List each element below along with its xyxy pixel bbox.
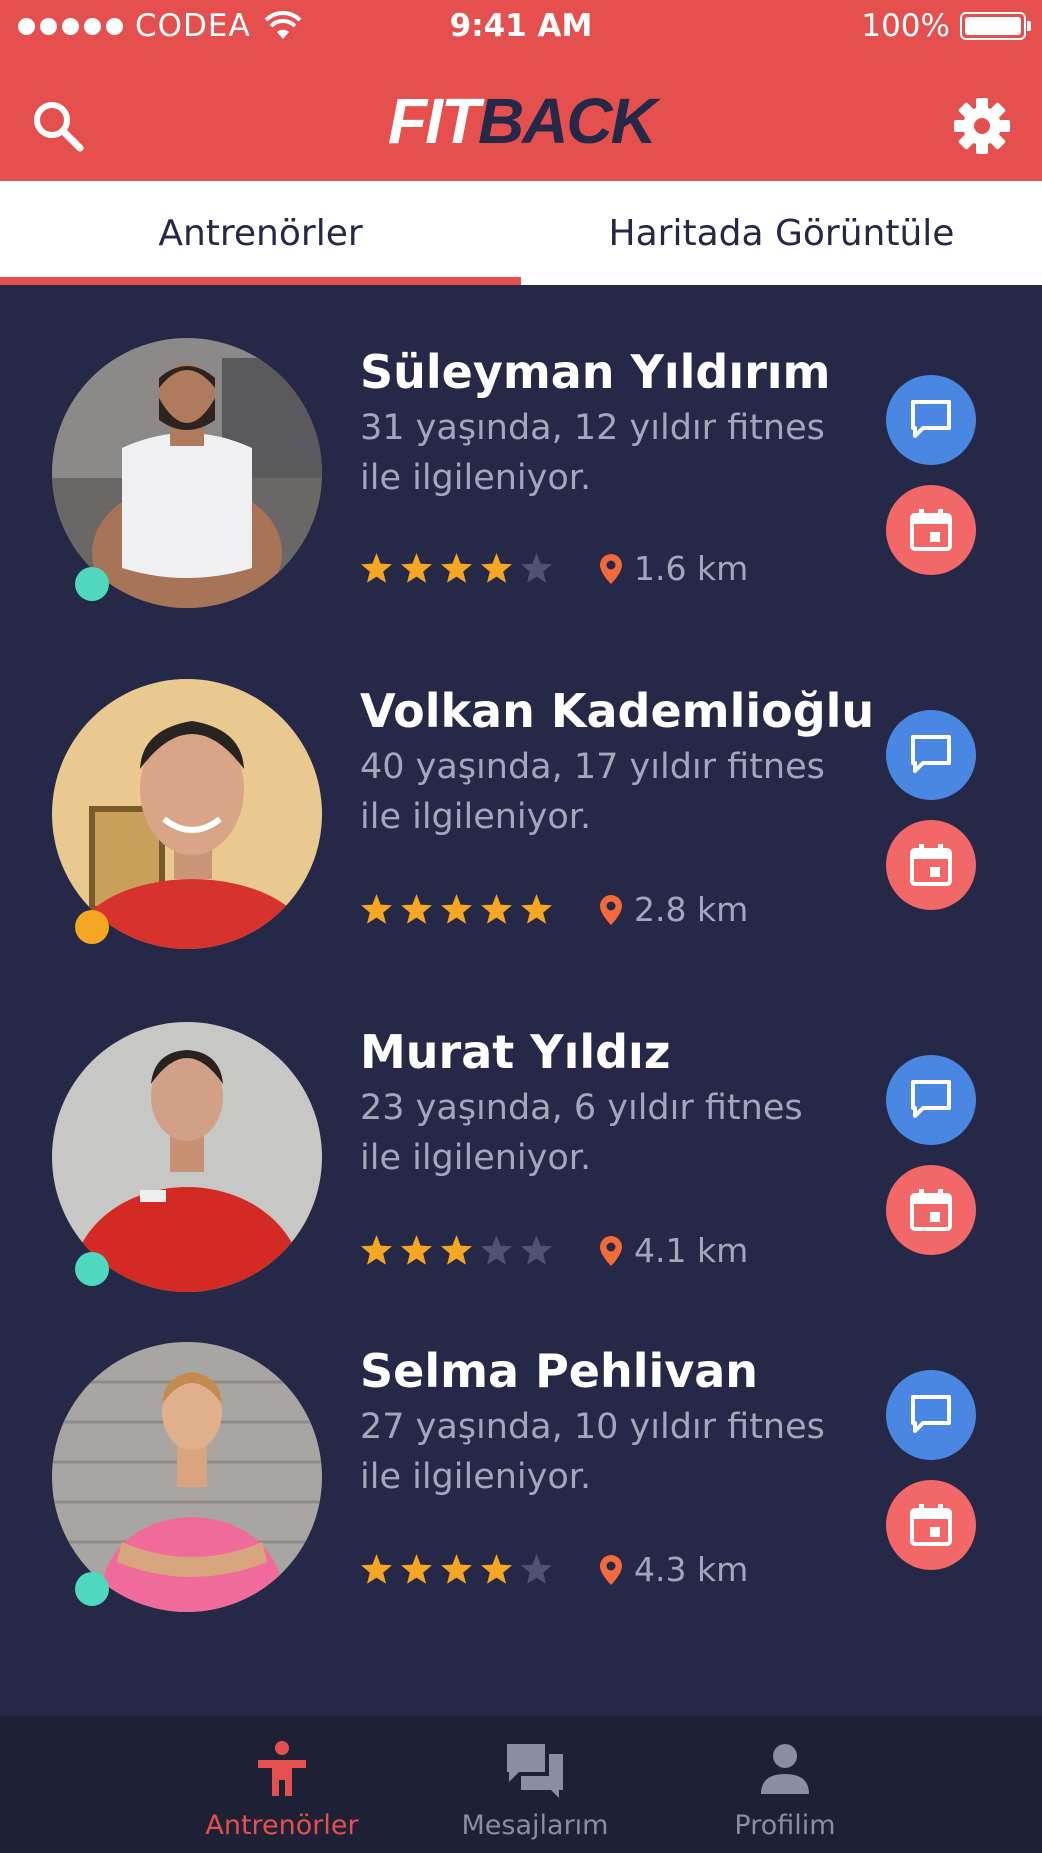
distance: 4.3 km bbox=[600, 1550, 748, 1589]
star-rating bbox=[360, 1234, 553, 1267]
message-button[interactable] bbox=[886, 1055, 976, 1145]
star-filled-icon bbox=[441, 894, 472, 924]
trainer-avatar bbox=[52, 679, 322, 949]
bottom-navigation: Antrenörler Mesajlarım Profilim bbox=[0, 1716, 1042, 1853]
tab-trainers[interactable]: Antrenörler bbox=[0, 181, 521, 285]
location-pin-icon bbox=[600, 553, 622, 584]
star-empty-icon bbox=[521, 1235, 552, 1265]
star-filled-icon bbox=[521, 894, 552, 924]
star-filled-icon bbox=[361, 1235, 392, 1265]
chat-bubble-icon bbox=[911, 1395, 951, 1433]
trainer-card[interactable]: Volkan Kademlioğlu 40 yaşında, 17 yıldır… bbox=[0, 620, 1042, 949]
app-header: CODEA 9:41 AM 100% FITBACK bbox=[0, 0, 1042, 181]
star-filled-icon bbox=[401, 553, 432, 583]
trainer-description: 27 yaşında, 10 yıldır fitnes ile ilgilen… bbox=[360, 1407, 825, 1497]
status-bar: CODEA 9:41 AM 100% bbox=[0, 0, 1042, 58]
trainer-card[interactable]: Murat Yıldız 23 yaşında, 6 yıldır fitnes… bbox=[0, 961, 1042, 1292]
tab-bar: Antrenörler Haritada Görüntüle bbox=[0, 181, 1042, 285]
trainer-card[interactable]: Süleyman Yıldırım 31 yaşında, 12 yıldır … bbox=[0, 285, 1042, 608]
trainer-name: Murat Yıldız bbox=[360, 1025, 671, 1079]
app-logo: FITBACK bbox=[388, 85, 657, 157]
calendar-button[interactable] bbox=[886, 820, 976, 910]
star-filled-icon bbox=[401, 894, 432, 924]
message-button[interactable] bbox=[886, 1370, 976, 1460]
distance-value: 4.3 km bbox=[634, 1550, 749, 1589]
star-filled-icon bbox=[401, 1235, 432, 1265]
calendar-button[interactable] bbox=[886, 485, 976, 575]
distance: 1.6 km bbox=[600, 549, 748, 588]
calendar-icon bbox=[910, 1504, 952, 1546]
calendar-icon bbox=[910, 1189, 952, 1231]
nav-label: Profilim bbox=[734, 1810, 836, 1841]
chat-bubble-icon bbox=[911, 400, 951, 438]
distance-value: 1.6 km bbox=[634, 549, 749, 588]
star-filled-icon bbox=[441, 1235, 472, 1265]
trainer-icon bbox=[258, 1741, 306, 1796]
star-filled-icon bbox=[481, 553, 512, 583]
trainer-name: Süleyman Yıldırım bbox=[360, 345, 831, 399]
battery-percent: 100% bbox=[861, 8, 950, 44]
star-rating bbox=[360, 552, 553, 585]
star-filled-icon bbox=[361, 1554, 392, 1584]
trainer-description: 40 yaşında, 17 yıldır fitnes ile ilgilen… bbox=[360, 747, 825, 837]
star-filled-icon bbox=[441, 1554, 472, 1584]
trainer-description: 31 yaşında, 12 yıldır fitnes ile ilgilen… bbox=[360, 408, 825, 498]
trainer-card[interactable]: Selma Pehlivan 27 yaşında, 10 yıldır fit… bbox=[0, 1280, 1042, 1612]
star-filled-icon bbox=[481, 1554, 512, 1584]
star-filled-icon bbox=[401, 1554, 432, 1584]
star-filled-icon bbox=[481, 894, 512, 924]
logo-back: BACK bbox=[477, 85, 657, 157]
online-status-dot bbox=[75, 567, 109, 601]
chat-bubble-icon bbox=[911, 1080, 951, 1118]
search-icon bbox=[34, 102, 84, 152]
star-empty-icon bbox=[521, 553, 552, 583]
location-pin-icon bbox=[600, 1235, 622, 1266]
calendar-button[interactable] bbox=[886, 1165, 976, 1255]
calendar-icon bbox=[910, 844, 952, 886]
message-button[interactable] bbox=[886, 375, 976, 465]
star-rating bbox=[360, 1553, 553, 1586]
nav-trainers[interactable]: Antrenörler bbox=[162, 1716, 402, 1853]
nav-profile[interactable]: Profilim bbox=[665, 1716, 905, 1853]
location-pin-icon bbox=[600, 894, 622, 925]
distance: 2.8 km bbox=[600, 890, 748, 929]
calendar-icon bbox=[910, 509, 952, 551]
distance-value: 2.8 km bbox=[634, 890, 749, 929]
location-pin-icon bbox=[600, 1554, 622, 1585]
trainer-name: Selma Pehlivan bbox=[360, 1344, 759, 1398]
star-filled-icon bbox=[441, 553, 472, 583]
nav-label: Antrenörler bbox=[205, 1810, 359, 1841]
trainer-name: Volkan Kademlioğlu bbox=[360, 684, 875, 738]
star-rating bbox=[360, 893, 553, 926]
online-status-dot bbox=[75, 1572, 109, 1606]
distance-value: 4.1 km bbox=[634, 1231, 749, 1270]
star-empty-icon bbox=[481, 1235, 512, 1265]
battery-icon bbox=[960, 12, 1031, 40]
tab-map-view[interactable]: Haritada Görüntüle bbox=[521, 181, 1042, 285]
calendar-button[interactable] bbox=[886, 1480, 976, 1570]
message-button[interactable] bbox=[886, 710, 976, 800]
search-button[interactable] bbox=[28, 96, 88, 156]
star-empty-icon bbox=[521, 1554, 552, 1584]
nav-label: Mesajlarım bbox=[461, 1810, 609, 1841]
distance: 4.1 km bbox=[600, 1231, 748, 1270]
nav-messages[interactable]: Mesajlarım bbox=[415, 1716, 655, 1853]
status-right: 100% bbox=[861, 8, 1031, 44]
active-tab-indicator bbox=[0, 277, 521, 285]
star-filled-icon bbox=[361, 894, 392, 924]
away-status-dot bbox=[75, 910, 109, 944]
gear-icon bbox=[954, 98, 1010, 154]
profile-icon bbox=[761, 1744, 809, 1794]
logo-fit: FIT bbox=[388, 85, 480, 157]
star-filled-icon bbox=[361, 553, 392, 583]
settings-button[interactable] bbox=[952, 96, 1012, 156]
messages-icon bbox=[507, 1744, 563, 1798]
chat-bubble-icon bbox=[911, 735, 951, 773]
trainer-description: 23 yaşında, 6 yıldır fitnes ile ilgileni… bbox=[360, 1088, 803, 1178]
